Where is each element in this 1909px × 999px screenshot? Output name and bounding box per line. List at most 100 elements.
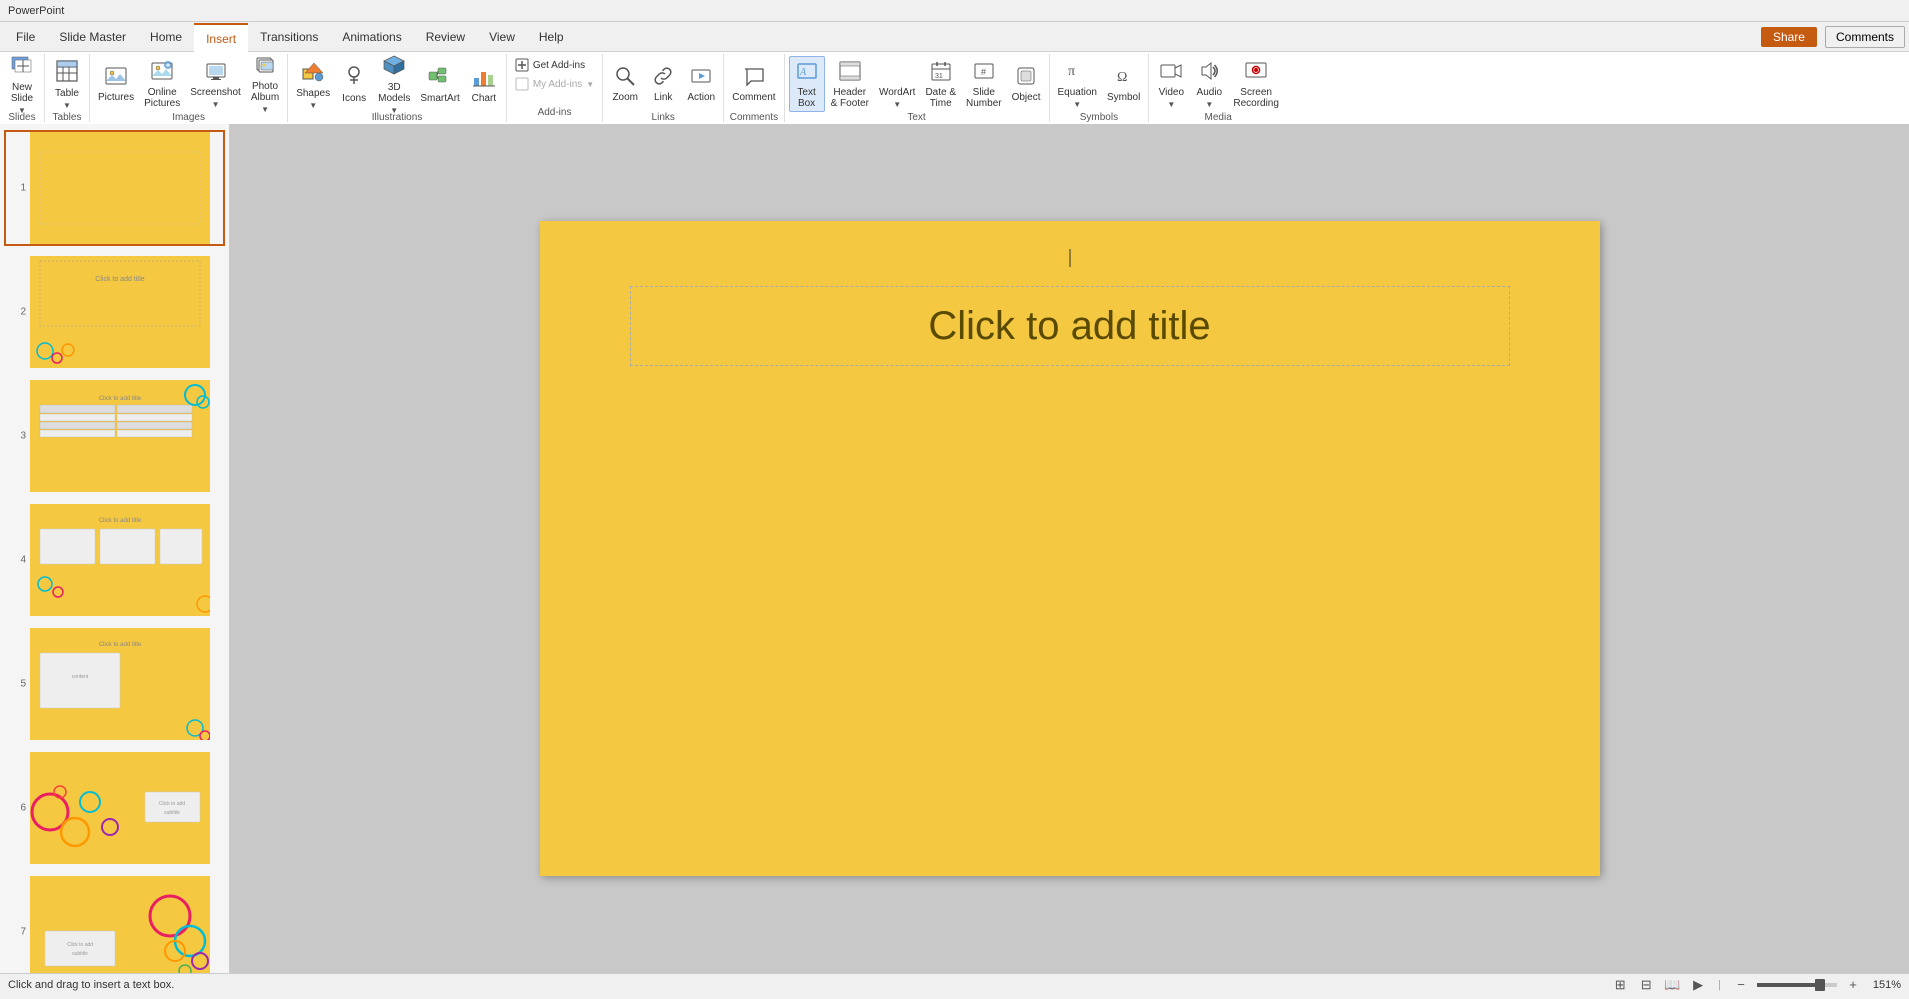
comments-button[interactable]: Comments	[1825, 26, 1905, 48]
tab-transitions[interactable]: Transitions	[248, 22, 330, 51]
wordart-icon: A	[886, 60, 908, 85]
chart-button[interactable]: Chart	[466, 56, 502, 112]
smartart-button[interactable]: SmartArt	[416, 56, 463, 112]
zoom-out-button[interactable]: −	[1731, 975, 1751, 995]
ribbon-group-comments-inner: Comment	[728, 56, 779, 112]
slide-thumb-7[interactable]: 7 Click to add subtitle	[4, 874, 225, 973]
new-slide-label: New Slide	[11, 82, 33, 104]
slide-sorter-button[interactable]: ⊟	[1636, 975, 1656, 995]
shapes-button[interactable]: Shapes ▼	[292, 56, 334, 112]
svg-text:A: A	[888, 64, 900, 81]
tab-review[interactable]: Review	[414, 22, 477, 51]
new-slide-button[interactable]: New Slide ▼	[4, 56, 40, 112]
object-button[interactable]: Object	[1008, 56, 1045, 112]
table-button[interactable]: Table ▼	[49, 56, 85, 112]
3d-models-label: 3D Models	[378, 82, 410, 104]
share-button[interactable]: Share	[1761, 27, 1817, 47]
slide-thumb-1[interactable]: 1	[4, 130, 225, 246]
ribbon-group-illustrations: Shapes ▼ Icons 3D Models ▼ Smar	[288, 54, 507, 122]
icons-icon	[342, 64, 366, 91]
reading-view-button[interactable]: 📖	[1662, 975, 1682, 995]
tab-home[interactable]: Home	[138, 22, 194, 51]
svg-text:Click to add title: Click to add title	[99, 642, 142, 648]
tab-slide-master[interactable]: Slide Master	[47, 22, 138, 51]
zoom-percent[interactable]: 151%	[1869, 979, 1901, 991]
addin-row: Get Add-ins My Add-ins ▼	[511, 56, 598, 93]
textbox-icon: A	[796, 60, 818, 85]
slide-canvas[interactable]: Click to add title	[540, 221, 1600, 876]
pictures-button[interactable]: Pictures	[94, 56, 138, 112]
tab-view[interactable]: View	[477, 22, 527, 51]
cursor-insertion	[1069, 249, 1070, 267]
table-label: Table	[55, 88, 79, 99]
normal-view-button[interactable]: ⊞	[1610, 975, 1630, 995]
photo-album-icon	[254, 54, 276, 79]
comment-label: Comment	[732, 92, 775, 103]
slide-thumb-2[interactable]: 2 Click to add title	[4, 254, 225, 370]
action-button[interactable]: Action	[683, 56, 719, 112]
photo-album-button[interactable]: Photo Album ▼	[247, 56, 283, 112]
date-time-button[interactable]: 31 Date & Time	[921, 56, 960, 112]
screenshot-label: Screenshot	[190, 87, 241, 98]
slide-panel[interactable]: 1 2 Click to add title	[0, 124, 230, 973]
zoom-button[interactable]: Zoom	[607, 56, 643, 112]
ribbon-group-media: Video ▼ Audio ▼ Screen Recording Media	[1149, 54, 1287, 122]
svg-text:content: content	[72, 674, 89, 680]
svg-text:Click to add title: Click to add title	[99, 518, 142, 524]
online-pictures-button[interactable]: Online Pictures	[140, 56, 184, 112]
ribbon-group-text: A Text Box Header & Footer A WordArt ▼ 3…	[785, 54, 1050, 122]
screenshot-button[interactable]: Screenshot ▼	[186, 56, 245, 112]
screen-recording-button[interactable]: Screen Recording	[1229, 56, 1283, 112]
equation-label: Equation	[1058, 87, 1097, 98]
slide-num-6: 6	[8, 803, 26, 814]
symbol-icon: Ω	[1113, 65, 1135, 90]
slide-3-thumbnail: Click to add title	[30, 380, 210, 492]
slide-thumb-4[interactable]: 4 Click to add title	[4, 502, 225, 618]
slide-number-button[interactable]: # Slide Number	[962, 56, 1006, 112]
header-footer-icon	[839, 60, 861, 85]
zoom-in-button[interactable]: +	[1843, 975, 1863, 995]
slide-thumb-6[interactable]: 6 Click to add subtitle	[4, 750, 225, 866]
slide-thumb-3[interactable]: 3 Click to add title	[4, 378, 225, 494]
tab-animations[interactable]: Animations	[330, 22, 413, 51]
svg-text:subtitle: subtitle	[164, 810, 180, 816]
get-addins-button[interactable]: Get Add-ins	[511, 56, 598, 74]
get-addins-label: Get Add-ins	[533, 60, 585, 71]
ribbon-group-images-inner: Pictures Online Pictures Screenshot ▼ P	[94, 56, 283, 112]
icons-button[interactable]: Icons	[336, 56, 372, 112]
video-button[interactable]: Video ▼	[1153, 56, 1189, 112]
comment-icon	[743, 65, 765, 90]
header-footer-button[interactable]: Header & Footer	[827, 56, 873, 112]
slide-num-5: 5	[8, 679, 26, 690]
slide-thumb-5[interactable]: 5 Click to add title content	[4, 626, 225, 742]
title-bar: PowerPoint	[0, 0, 1909, 22]
screenshot-icon	[205, 60, 227, 85]
ribbon-group-media-inner: Video ▼ Audio ▼ Screen Recording	[1153, 56, 1283, 112]
link-button[interactable]: Link	[645, 56, 681, 112]
tab-help[interactable]: Help	[527, 22, 576, 51]
audio-button[interactable]: Audio ▼	[1191, 56, 1227, 112]
zoom-slider[interactable]	[1757, 983, 1837, 987]
tab-file[interactable]: File	[4, 22, 47, 51]
tab-insert[interactable]: Insert	[194, 23, 248, 52]
smartart-icon	[428, 64, 452, 91]
equation-button[interactable]: π Equation ▼	[1054, 56, 1101, 112]
ribbon-group-links: Zoom Link Action Links	[603, 54, 724, 122]
status-bar: Click and drag to insert a text box. ⊞ ⊟…	[0, 973, 1909, 995]
svg-text:subtitle: subtitle	[72, 951, 88, 957]
shapes-icon	[301, 59, 325, 86]
textbox-button[interactable]: A Text Box	[789, 56, 825, 112]
my-addins-button[interactable]: My Add-ins ▼	[511, 75, 598, 93]
ribbon-top-right: Share Comments	[1761, 26, 1905, 48]
wordart-button[interactable]: A WordArt ▼	[875, 56, 920, 112]
symbol-button[interactable]: Ω Symbol	[1103, 56, 1144, 112]
comment-button[interactable]: Comment	[728, 56, 779, 112]
slide-title-placeholder[interactable]: Click to add title	[630, 286, 1510, 366]
presentation-view-button[interactable]: ▶	[1688, 975, 1708, 995]
shapes-label: Shapes	[296, 88, 330, 99]
3d-models-button[interactable]: 3D Models ▼	[374, 56, 414, 112]
ribbon-group-links-inner: Zoom Link Action	[607, 56, 719, 112]
slide-7-thumbnail: Click to add subtitle	[30, 876, 210, 973]
slide-num-7: 7	[8, 927, 26, 938]
canvas-area[interactable]: Click to add title	[230, 124, 1909, 973]
